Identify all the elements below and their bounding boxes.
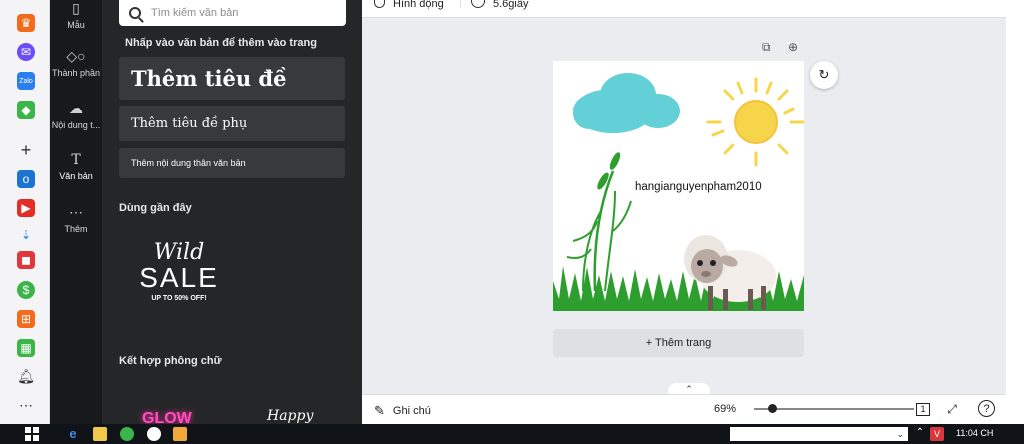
search-icon <box>129 7 141 19</box>
notes-icon: ✎ <box>374 403 385 418</box>
zoom-value: 69% <box>714 403 737 415</box>
reeds-graphic <box>566 152 632 292</box>
notes-label: Ghi chú <box>392 405 431 417</box>
lazada-icon[interactable]: ◼ <box>17 251 35 269</box>
fullscreen-icon[interactable]: ⤢ <box>943 400 961 418</box>
browser-icon[interactable] <box>120 427 134 441</box>
window-edge <box>1006 0 1024 424</box>
chevron-down-icon: ⌄ <box>896 428 904 439</box>
duration-button[interactable]: 5.6giây <box>460 0 529 10</box>
panel-hint: Nhấp vào văn bản để thêm vào trang <box>125 37 317 49</box>
editor-side-rail: ▯ Mẫu ◇○ Thành phần ☁ Nội dung t... T Vă… <box>50 0 102 424</box>
editor-toolbar: Hình động 5.6giây <box>362 0 1006 18</box>
recent-text-sample[interactable]: Wild SALE UP TO 50% OFF! <box>129 240 229 316</box>
zalo-icon[interactable]: Zalo <box>17 72 35 90</box>
font-combo-sample[interactable]: Happy <box>267 408 313 424</box>
rail-item-label: Mẫu <box>67 20 85 30</box>
game-icon[interactable]: ◆ <box>17 101 35 119</box>
search-input[interactable] <box>151 7 331 19</box>
comment-button[interactable]: ↻ <box>810 61 838 89</box>
duplicate-page-icon[interactable]: ⧉ <box>762 40 771 55</box>
media-player-icon[interactable] <box>173 427 187 441</box>
animation-label: Hình động <box>393 0 444 10</box>
upload-icon: ☁ <box>69 100 83 116</box>
more-icon[interactable]: ⋯ <box>17 396 35 414</box>
zoom-slider-thumb[interactable] <box>767 404 777 413</box>
rail-item-elements[interactable]: ◇○ Thành phần <box>50 48 102 78</box>
zoom-slider[interactable] <box>754 404 914 413</box>
sample-line-3: UP TO 50% OFF! <box>151 295 207 302</box>
cart-icon[interactable]: ⊞ <box>17 310 35 328</box>
tray-app-icon[interactable]: V <box>930 427 944 441</box>
text-icon: T <box>71 152 81 168</box>
messenger-icon[interactable]: ✉ <box>17 43 35 61</box>
windows-start-icon[interactable] <box>25 427 39 441</box>
shop-icon[interactable]: $ <box>17 281 35 299</box>
rail-item-templates[interactable]: ▯ Mẫu <box>50 0 102 30</box>
editor-area: Hình động 5.6giây ⧉ ⊕ hangianguyenpham20… <box>362 0 1006 424</box>
sun-graphic <box>706 77 804 167</box>
windows-taskbar: e ⌄ ⌃ V 11:04 CH <box>0 424 1024 444</box>
edge-icon[interactable]: e <box>66 427 80 441</box>
template-icon: ▯ <box>72 0 80 16</box>
help-icon[interactable]: ? <box>978 400 995 417</box>
page-count: 1 <box>916 402 930 416</box>
page-count-button[interactable]: 1 <box>914 400 932 418</box>
shopee-icon[interactable]: ♛ <box>17 14 35 32</box>
more-icon: ⋯ <box>69 204 83 220</box>
chevron-up-icon: ⌃ <box>685 384 693 394</box>
animation-button[interactable]: Hình động <box>374 0 444 10</box>
animation-icon <box>374 0 385 8</box>
rail-item-uploads[interactable]: ☁ Nội dung t... <box>50 100 102 130</box>
system-tray-chevron-icon[interactable]: ⌃ <box>913 427 927 441</box>
taskbar-address-box[interactable]: ⌄ <box>730 427 908 441</box>
add-icon[interactable]: + <box>17 140 35 160</box>
rail-item-text[interactable]: T Văn bản <box>50 152 102 181</box>
rail-item-label: Văn bản <box>59 171 93 181</box>
recent-section-title: Dùng gần đây <box>119 202 192 214</box>
canvas-text-box[interactable]: hangianguyenpham2010 <box>635 181 762 193</box>
editor-footer: ✎ Ghi chú 69% 1 ⤢ ? <box>362 394 1006 424</box>
outlook-icon[interactable]: o <box>17 170 35 188</box>
rail-item-label: Thành phần <box>51 68 101 78</box>
comment-icon: ↻ <box>818 67 830 82</box>
font-combo-sample[interactable]: GLOW <box>142 410 192 424</box>
font-combo-section-title: Kết hợp phông chữ <box>119 355 222 367</box>
duration-label: 5.6giây <box>493 0 529 10</box>
youtube-icon[interactable]: ▶ <box>17 199 35 217</box>
sheet-icon[interactable]: ▦ <box>17 339 35 357</box>
cloud-graphic <box>573 73 680 133</box>
download-icon[interactable]: ⇣ <box>17 226 35 244</box>
text-panel: Nhấp vào văn bản để thêm vào trang Thêm … <box>102 0 362 424</box>
add-page-icon[interactable]: ⊕ <box>788 40 798 54</box>
add-heading-button[interactable]: Thêm tiêu đề <box>119 57 345 100</box>
sample-line-2: SALE <box>139 262 219 293</box>
rail-item-label: Thêm <box>64 224 88 234</box>
design-page[interactable]: hangianguyenpham2010 <box>553 61 804 311</box>
clock-icon <box>471 0 485 8</box>
rail-item-label: Nội dung t... <box>51 120 101 130</box>
bell-icon[interactable]: 🔔︎ <box>17 367 35 385</box>
add-subheading-button[interactable]: Thêm tiêu đề phụ <box>119 106 345 141</box>
add-page-button[interactable]: + Thêm trang <box>553 329 804 357</box>
elements-icon: ◇○ <box>66 48 86 64</box>
notes-button[interactable]: ✎ Ghi chú <box>374 403 431 419</box>
browser-sidebar: ♛ ✉ Zalo ◆ + o ▶ ⇣ ◼ $ ⊞ ▦ 🔔︎ ⋯ <box>0 0 50 424</box>
file-explorer-icon[interactable] <box>93 427 107 441</box>
rail-item-more[interactable]: ⋯ Thêm <box>50 204 102 234</box>
add-body-text-button[interactable]: Thêm nội dung thân văn bản <box>119 148 345 178</box>
taskbar-clock: 11:04 CH <box>956 428 994 438</box>
search-box[interactable] <box>119 0 346 26</box>
messenger-taskbar-icon[interactable] <box>147 427 161 441</box>
